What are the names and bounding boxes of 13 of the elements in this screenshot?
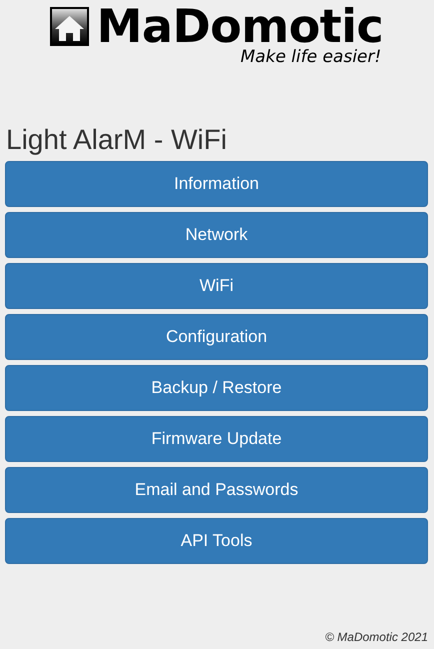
house-icon — [50, 6, 89, 46]
menu-button[interactable]: Backup / Restore — [5, 365, 428, 411]
menu-button[interactable]: API Tools — [5, 518, 428, 564]
logo-text: MaDomotic — [96, 4, 384, 48]
menu-button[interactable]: WiFi — [5, 263, 428, 309]
menu-button[interactable]: Firmware Update — [5, 416, 428, 462]
tagline: Make life easier! — [240, 47, 382, 67]
copyright-text: © MaDomotic 2021 — [325, 630, 428, 646]
page-title: Light AlarM - WiFi — [6, 123, 228, 157]
menu-button[interactable]: Email and Passwords — [5, 467, 428, 513]
menu-button[interactable]: Network — [5, 212, 428, 258]
menu-button[interactable]: Information — [5, 161, 428, 207]
menu-button[interactable]: Configuration — [5, 314, 428, 360]
